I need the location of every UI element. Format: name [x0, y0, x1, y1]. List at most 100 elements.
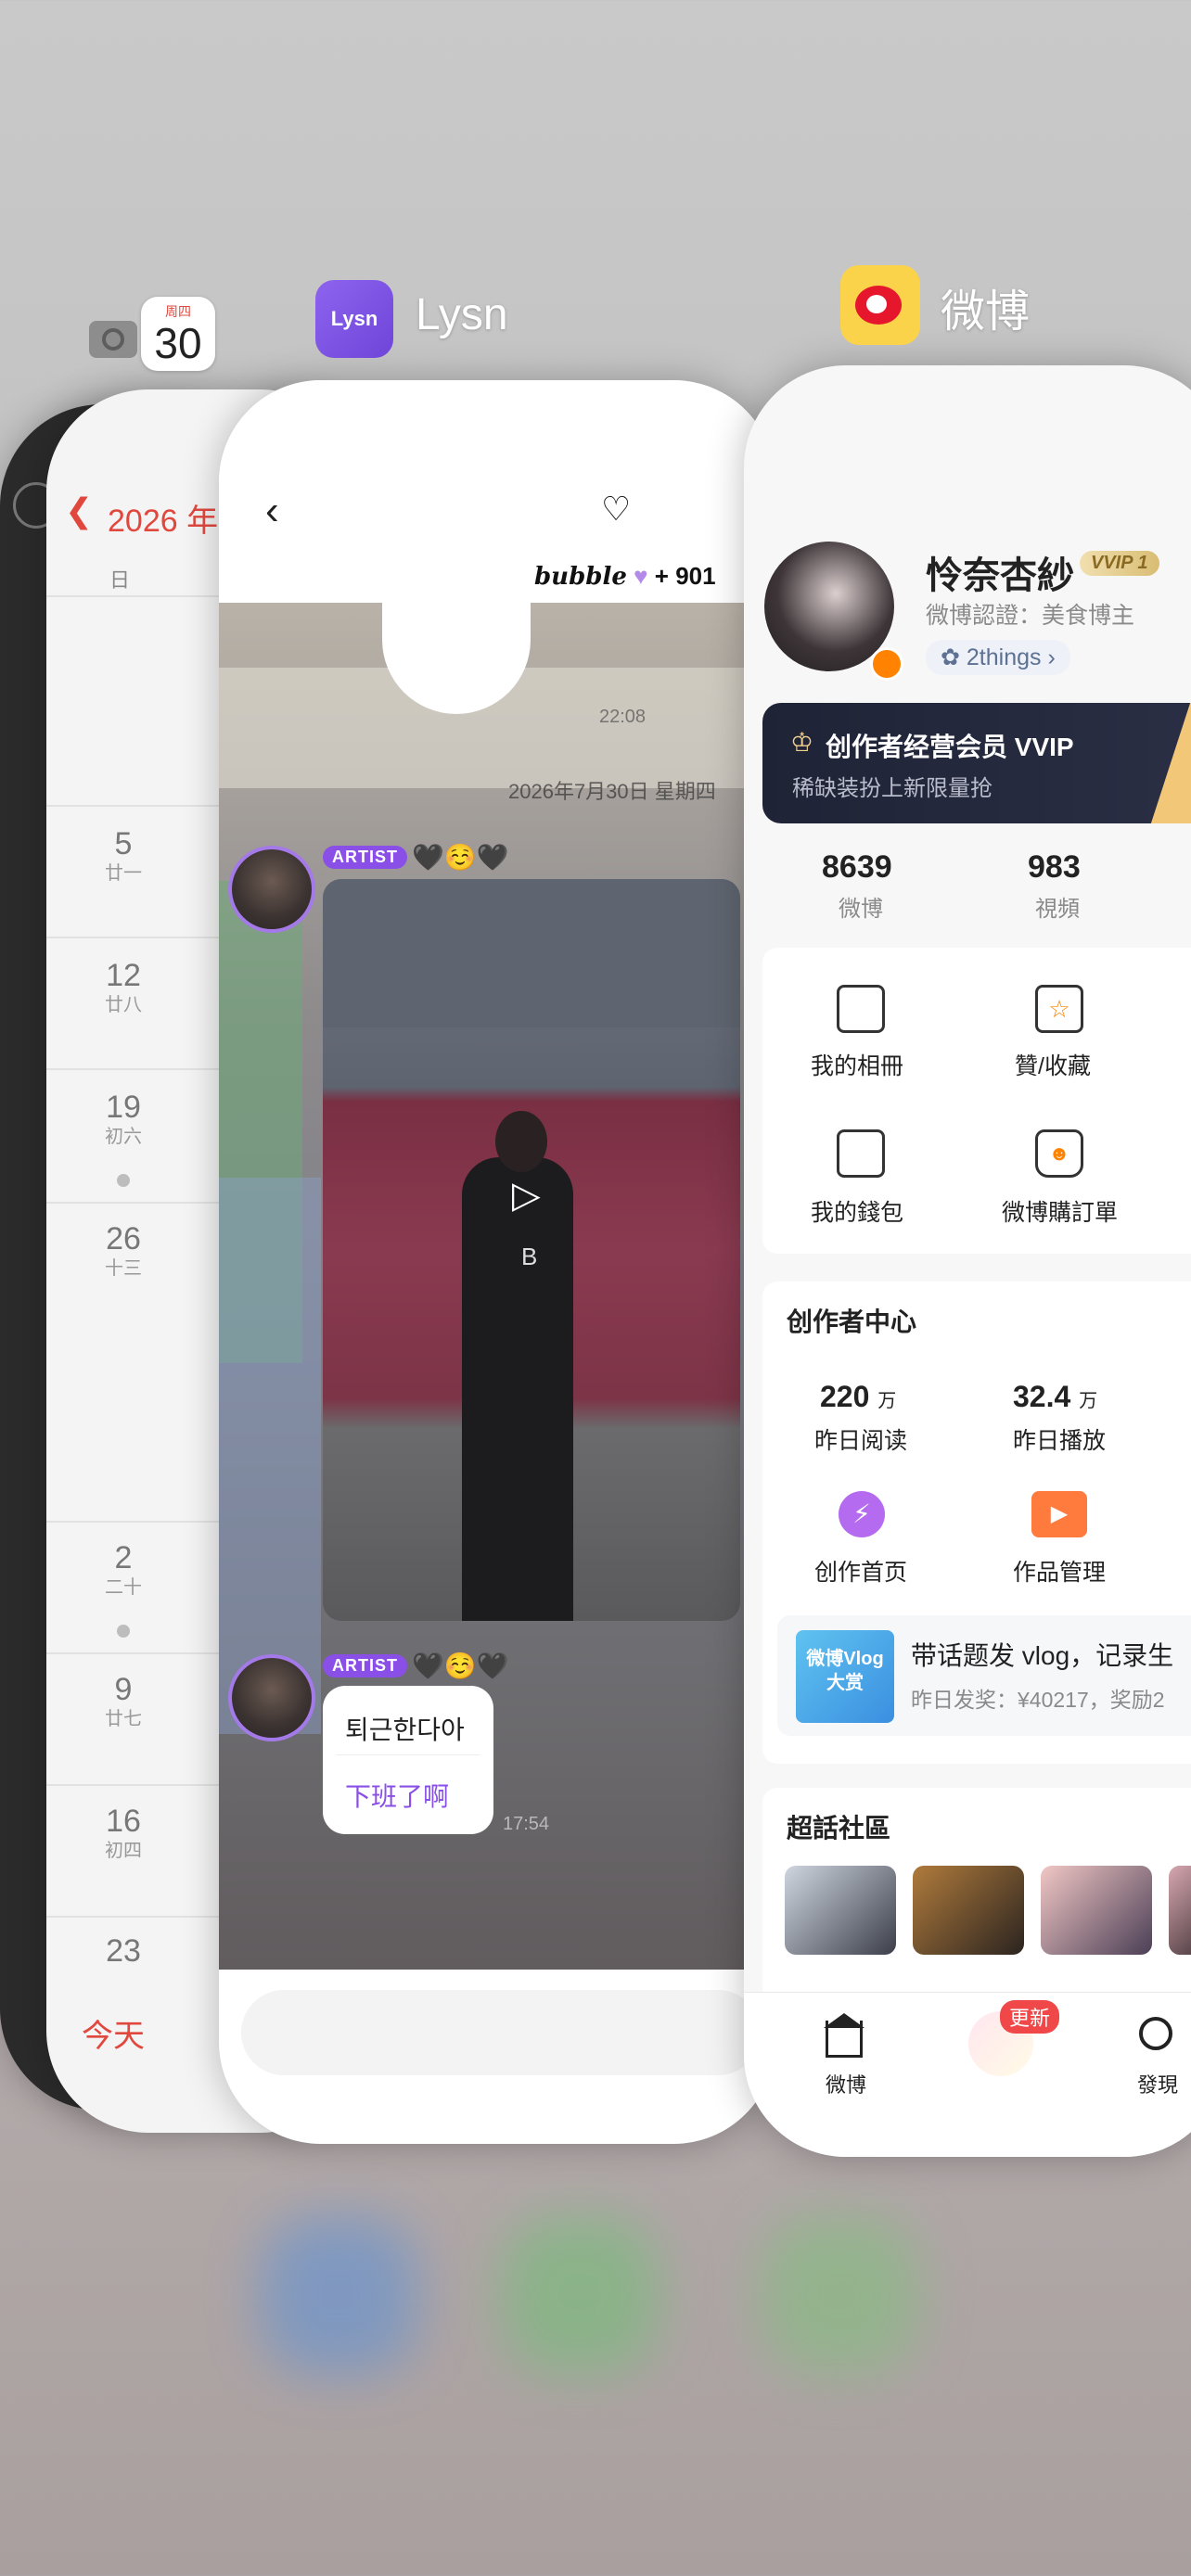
vip-banner-title: 创作者经营会员 VVIP — [826, 733, 1074, 761]
calendar-app-icon: 周四 30 — [141, 297, 215, 371]
calendar-day[interactable]: 5 廿一 — [100, 825, 147, 885]
bubble-wordmark: bubble — [534, 563, 627, 591]
lysn-app-card[interactable]: ‹ ♡ bubble ♥ + 901 22:08 2026年7月30日 星期四 … — [219, 380, 775, 2144]
creator-center-title: 创作者中心 — [787, 1307, 917, 1336]
weibo-tab-bar: 微博 更新 發現 — [744, 1992, 1191, 2157]
update-badge: 更新 — [1000, 2000, 1060, 2034]
weibo-app-icon — [840, 265, 920, 345]
stat-label: 微博 — [839, 897, 883, 922]
heart-icon[interactable]: ♡ — [601, 490, 631, 529]
calendar-icon-weekday: 周四 — [165, 304, 191, 319]
message-translation: 下班了啊 — [345, 1782, 450, 1811]
calendar-icon-day: 30 — [154, 319, 202, 367]
stat-value[interactable]: 8639 — [822, 849, 892, 886]
artist-tag: ARTIST — [323, 1654, 407, 1677]
calendar-day[interactable]: 19 初六 — [100, 1089, 147, 1148]
photo-album-icon — [837, 985, 885, 1033]
crown-icon: ♔ — [790, 728, 814, 757]
search-icon — [1139, 2017, 1172, 2050]
calendar-day[interactable]: 12 廿八 — [100, 957, 147, 1016]
profile-menu-grid: 我的相冊 ☆ 贊/收藏 我的錢包 ☻ 微博購訂單 — [762, 948, 1191, 1254]
lysn-app-icon: Lysn — [315, 280, 393, 358]
message-input[interactable] — [241, 1990, 761, 2075]
back-chevron-icon[interactable]: ❮ — [65, 491, 93, 530]
emoji-reaction: 🖤☺️🖤 — [412, 1651, 509, 1680]
supertopic-title: 超話社區 — [787, 1814, 891, 1843]
back-chevron-icon[interactable]: ‹ — [265, 488, 279, 534]
weibo-app-card[interactable]: 怜奈杏紗 VVIP 1 微博認證：美食博主 ✿ 2things › ♔ 创作者经… — [744, 365, 1191, 2157]
metric-label: 昨日阅读 — [814, 1428, 908, 1454]
metric-value: 220 万 — [820, 1380, 897, 1413]
event-dot — [117, 1174, 130, 1187]
calendar-day[interactable]: 2 二十 — [100, 1539, 147, 1599]
vvip-badge[interactable]: VVIP 1 — [1080, 551, 1159, 576]
calendar-year[interactable]: 2026 年 — [108, 495, 218, 541]
person-figure — [462, 1157, 573, 1621]
bubble-count: + 901 — [654, 562, 716, 590]
camera-app-icon — [89, 321, 137, 358]
supertopic-thumbnail[interactable] — [1041, 1866, 1152, 1955]
bubble-count-row[interactable]: bubble ♥ + 901 — [534, 562, 716, 591]
menu-item-album[interactable]: 我的相冊 — [811, 1048, 903, 1081]
group-tag-label: 2things — [966, 644, 1042, 670]
verified-badge-icon — [870, 647, 903, 681]
lightbulb-icon: ⚡ — [839, 1491, 885, 1537]
emoji-reaction: 🖤☺️🖤 — [412, 843, 509, 872]
creator-action-manage[interactable]: 作品管理 — [1013, 1554, 1106, 1588]
creator-action-home[interactable]: 创作首页 — [814, 1554, 907, 1588]
play-icon[interactable]: ▷ — [512, 1174, 541, 1217]
stat-value[interactable]: 983 — [1028, 849, 1081, 886]
lysn-app-label: Lysn — [416, 290, 508, 339]
wallet-icon — [837, 1129, 885, 1178]
banner-decoration — [1150, 703, 1191, 823]
metric-label: 昨日播放 — [1013, 1428, 1107, 1454]
group-tag[interactable]: ✿ 2things › — [926, 640, 1070, 675]
menu-item-wallet[interactable]: 我的錢包 — [811, 1194, 903, 1228]
profile-name: 怜奈杏紗 — [926, 555, 1074, 596]
stat-label: 視頻 — [1035, 897, 1080, 922]
text-message-bubble[interactable]: 퇴근한다아 下班了啊 — [323, 1686, 493, 1834]
vip-banner-subtitle: 稀缺装扮上新限量抢 — [792, 776, 992, 801]
purple-heart-icon: ♥ — [634, 562, 648, 590]
menu-item-orders[interactable]: 微博購訂單 — [1002, 1194, 1118, 1228]
weekday-label: 日 — [109, 568, 131, 592]
weibo-app-label: 微博 — [941, 287, 1031, 337]
supertopic-thumbnail[interactable] — [1169, 1866, 1191, 1955]
artist-tag: ARTIST — [323, 846, 407, 869]
message-time: 17:54 — [503, 1814, 550, 1834]
tab-home[interactable]: 微博 — [826, 2069, 866, 2098]
calendar-day[interactable]: 23 — [100, 1932, 147, 1970]
verify-text: 微博認證：美食博主 — [926, 603, 1135, 629]
message-text: 퇴근한다아 — [345, 1715, 465, 1744]
shopping-bag-icon: ☻ — [1035, 1129, 1083, 1178]
promo-subtitle: 昨日发奖：¥40217，奖励2 — [911, 1688, 1165, 1712]
video-message[interactable]: B ▷ — [323, 879, 740, 1621]
metric-value: 32.4 万 — [1013, 1380, 1098, 1413]
video-label: B — [521, 1243, 538, 1270]
star-bookmark-icon: ☆ — [1035, 985, 1083, 1033]
event-dot — [117, 1625, 130, 1638]
clover-icon: ✿ — [941, 644, 960, 670]
dock-app-blur-1 — [260, 2216, 417, 2374]
video-manage-icon: ▶ — [1031, 1491, 1087, 1537]
supertopic-panel: 超話社區 — [762, 1788, 1191, 2020]
artist-avatar[interactable] — [228, 846, 315, 933]
supertopic-thumbnail[interactable] — [913, 1866, 1024, 1955]
message-time: 22:08 — [599, 707, 647, 727]
calendar-day[interactable]: 9 廿七 — [100, 1671, 147, 1730]
date-separator: 2026年7月30日 星期四 — [508, 780, 716, 803]
dock-app-blur-3 — [761, 2216, 918, 2374]
tab-discover[interactable]: 發現 — [1137, 2069, 1178, 2098]
promo-thumbnail: 微博Vlog 大赏 — [796, 1630, 894, 1723]
vip-banner[interactable]: ♔ 创作者经营会员 VVIP 稀缺装扮上新限量抢 — [762, 703, 1191, 823]
menu-item-favorites[interactable]: 贊/收藏 — [1015, 1048, 1091, 1081]
today-button[interactable]: 今天 — [82, 2010, 145, 2056]
artist-avatar[interactable] — [228, 1654, 315, 1741]
supertopic-thumbnail[interactable] — [785, 1866, 896, 1955]
calendar-day[interactable]: 16 初四 — [100, 1803, 147, 1862]
promo-title: 带话题发 vlog，记录生 — [911, 1641, 1174, 1670]
promo-card[interactable]: 微博Vlog 大赏 带话题发 vlog，记录生 昨日发奖：¥40217，奖励2 — [777, 1615, 1191, 1736]
creator-center-panel: 创作者中心 220 万 昨日阅读 32.4 万 昨日播放 ⚡ 创作首页 ▶ 作品… — [762, 1282, 1191, 1764]
calendar-day[interactable]: 26 十三 — [100, 1220, 147, 1280]
dock-app-blur-2 — [501, 2216, 659, 2374]
